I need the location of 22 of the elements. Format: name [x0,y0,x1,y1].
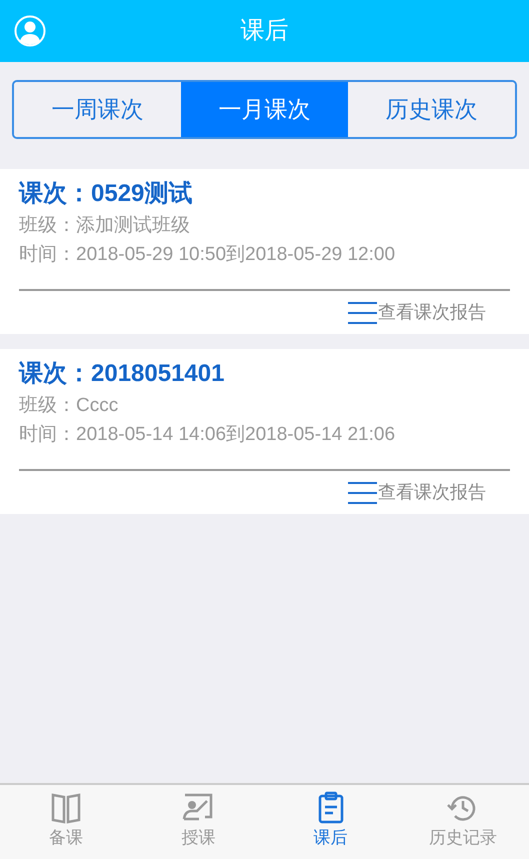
class-label: 班级： [19,214,76,238]
nav-tab[interactable]: 历史记录 [396,785,529,859]
nav-tab[interactable]: 课后 [264,785,397,859]
menu-icon [348,302,377,324]
class-value: Cccc [76,394,118,418]
time-value: 2018-05-29 10:50到2018-05-29 12:00 [76,243,396,267]
report-link[interactable]: 查看课次报告 [348,299,486,326]
book-icon [49,791,84,825]
time-label: 时间： [19,423,76,447]
lesson-title: 课次：0529测试 [19,179,194,209]
class-label: 班级： [19,394,76,418]
nav-tab[interactable]: 备课 [0,785,132,859]
page-title: 课后 [240,16,288,46]
lesson-title: 课次：2018051401 [19,359,226,389]
menu-icon [348,482,377,504]
time-label: 时间： [19,243,76,267]
nav-tab[interactable]: 授课 [132,785,264,859]
time-value: 2018-05-14 14:06到2018-05-14 21:06 [76,423,396,447]
avatar-icon[interactable] [14,15,46,47]
class-value: 添加测试班级 [76,214,190,238]
tab[interactable]: 一月课次 [181,82,348,137]
report-link[interactable]: 查看课次报告 [348,479,486,506]
